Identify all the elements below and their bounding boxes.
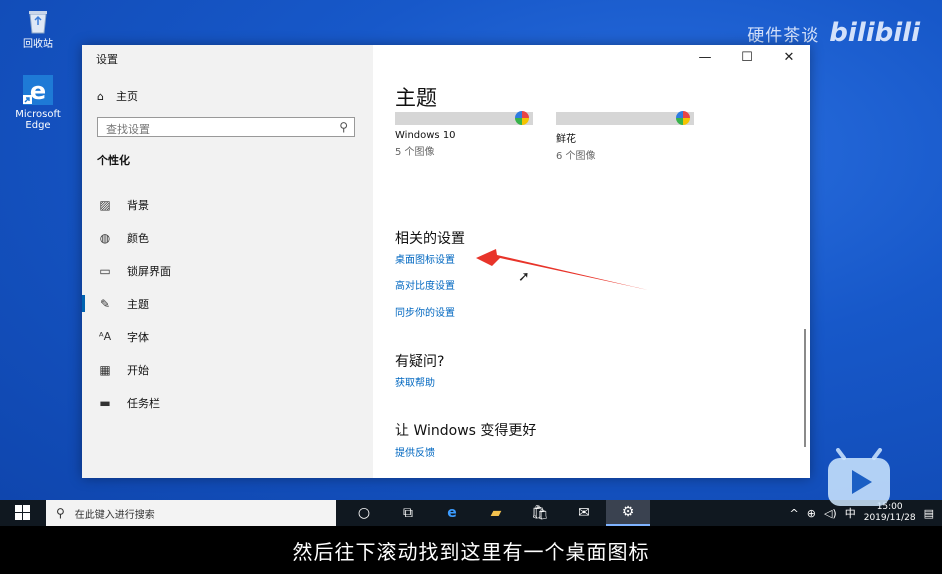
settings-sidebar: 设置 ⌂ 主页 ⚲ 个性化 ▨ 背景 ◍ 颜色 ▭ 锁屏界面 ✎ (82, 45, 373, 478)
section-title: 个性化 (97, 154, 130, 167)
bilibili-logo: bilibili (829, 18, 920, 48)
sidebar-item-themes[interactable]: ✎ 主题 (82, 287, 373, 320)
theme-count: 6 个图像 (556, 151, 596, 162)
sidebar-item-start[interactable]: ▦ 开始 (82, 353, 373, 386)
home-icon: ⌂ (97, 89, 104, 103)
improve-heading: 让 Windows 变得更好 (395, 423, 537, 439)
font-icon: ᴬA (98, 330, 112, 343)
settings-search[interactable]: ⚲ (97, 117, 355, 138)
scrollbar[interactable] (804, 329, 806, 447)
taskbar-search[interactable]: ⚲ 在此键入进行搜索 (46, 500, 336, 526)
svg-text:e: e (30, 77, 46, 105)
windows-logo-icon (15, 505, 30, 520)
sidebar-item-label: 背景 (127, 198, 149, 212)
color-wheel-icon (515, 111, 529, 125)
related-settings-heading: 相关的设置 (395, 231, 465, 247)
file-explorer-icon[interactable]: ▰ (474, 500, 518, 526)
bilibili-play-badge (828, 448, 890, 506)
sidebar-item-background[interactable]: ▨ 背景 (82, 188, 373, 221)
sidebar-item-lockscreen[interactable]: ▭ 锁屏界面 (82, 254, 373, 287)
help-heading: 有疑问? (395, 354, 445, 370)
theme-count: 5 个图像 (395, 147, 435, 158)
sidebar-item-label: 主题 (127, 297, 149, 311)
desktop-icon-recycle-bin[interactable]: 回收站 (8, 6, 68, 50)
desktop-icon-label: Microsoft Edge (15, 109, 61, 131)
sidebar-item-label: 任务栏 (127, 396, 160, 410)
high-contrast-settings-link[interactable]: 高对比度设置 (395, 277, 455, 292)
search-icon[interactable]: ⚲ (339, 120, 348, 134)
store-icon[interactable]: 🛍 (518, 500, 562, 526)
desktop-icon-settings-link[interactable]: 桌面图标设置 (395, 251, 455, 266)
network-icon[interactable]: ⊕ (807, 507, 816, 520)
mail-icon[interactable]: ✉ (562, 500, 606, 526)
picture-icon: ▨ (99, 197, 111, 212)
sidebar-item-label: 开始 (127, 363, 149, 377)
settings-window: 设置 ⌂ 主页 ⚲ 个性化 ▨ 背景 ◍ 颜色 ▭ 锁屏界面 ✎ (82, 45, 810, 478)
page-title: 主题 (395, 86, 437, 110)
chevron-up-icon[interactable]: ^ (790, 507, 799, 520)
sidebar-item-taskbar[interactable]: ▬ 任务栏 (82, 386, 373, 419)
sidebar-item-colors[interactable]: ◍ 颜色 (82, 221, 373, 254)
edge-taskbar-icon[interactable]: e (430, 500, 474, 526)
search-input[interactable] (98, 121, 334, 138)
taskbar-search-placeholder: 在此键入进行搜索 (74, 509, 155, 521)
start-button[interactable] (0, 500, 46, 526)
mouse-cursor-icon: ➚ (518, 269, 530, 285)
color-wheel-icon (676, 111, 690, 125)
edge-icon: e (23, 75, 53, 105)
settings-taskbar-icon[interactable]: ⚙ (606, 500, 650, 526)
get-help-link[interactable]: 获取帮助 (395, 374, 435, 389)
theme-card-flowers[interactable]: 鲜花 6 个图像 (556, 111, 694, 162)
subtitle-bar: 然后往下滚动找到这里有一个桌面图标 (0, 526, 942, 574)
task-view-icon[interactable]: ⧉ (386, 500, 430, 526)
feedback-link[interactable]: 提供反馈 (395, 444, 435, 459)
bilibili-watermark: 硬件茶谈 bilibili (747, 18, 920, 48)
theme-preview (556, 111, 694, 125)
theme-name: Windows 10 (395, 130, 456, 141)
settings-content: 主题 Windows 10 5 个图像 鲜花 6 个图像 相关的设置 桌面图标设… (373, 45, 810, 478)
window-title: 设置 (96, 53, 118, 66)
clock-date: 2019/11/28 (863, 513, 916, 523)
desktop-icon-edge[interactable]: e Microsoft Edge (8, 74, 68, 131)
search-icon: ⚲ (56, 506, 65, 520)
taskbar-icon: ▬ (99, 395, 111, 410)
sidebar-item-label: 字体 (127, 330, 149, 344)
lockscreen-icon: ▭ (99, 263, 111, 278)
sidebar-item-label: 锁屏界面 (127, 264, 171, 278)
taskbar-apps: ○ ⧉ e ▰ 🛍 ✉ ⚙ (342, 500, 650, 526)
theme-name: 鲜花 (556, 134, 576, 145)
sidebar-item-label: 颜色 (127, 231, 149, 245)
nav-home-label: 主页 (115, 90, 138, 103)
taskbar: ⚲ 在此键入进行搜索 ○ ⧉ e ▰ 🛍 ✉ ⚙ ^ ⊕ ◁) 中 15:00 … (0, 500, 942, 526)
nav-home[interactable]: ⌂ 主页 (97, 88, 138, 104)
notification-icon[interactable]: ▤ (924, 507, 934, 520)
cortana-icon[interactable]: ○ (342, 500, 386, 526)
palette-icon: ◍ (99, 230, 111, 245)
watermark-text: 硬件茶谈 (747, 25, 820, 46)
start-grid-icon: ▦ (99, 362, 111, 377)
subtitle-text: 然后往下滚动找到这里有一个桌面图标 (292, 539, 650, 564)
theme-brush-icon: ✎ (99, 296, 111, 311)
personalization-nav: ▨ 背景 ◍ 颜色 ▭ 锁屏界面 ✎ 主题 ᴬA 字体 ▦ 开始 ▬ 任务栏 (82, 188, 373, 419)
sync-settings-link[interactable]: 同步你的设置 (395, 304, 455, 319)
theme-card-windows10[interactable]: Windows 10 5 个图像 (395, 111, 533, 158)
recycle-bin-icon (29, 11, 47, 34)
theme-preview (395, 111, 533, 125)
desktop-icon-label: 回收站 (23, 39, 53, 50)
sidebar-item-fonts[interactable]: ᴬA 字体 (82, 320, 373, 353)
